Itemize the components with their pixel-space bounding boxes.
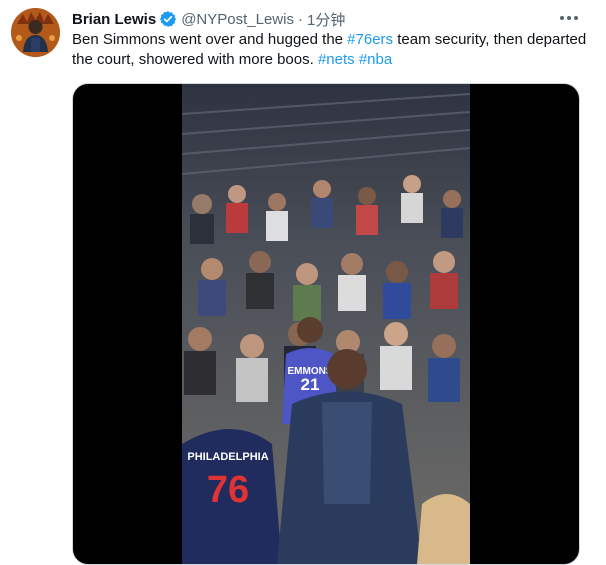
separator-dot: · bbox=[297, 10, 303, 28]
more-options-button[interactable] bbox=[557, 8, 581, 28]
tweet-media-video[interactable]: EMMONS 21 PHILADELPHIA 76 bbox=[72, 83, 580, 565]
hashtag-nba[interactable]: #nba bbox=[359, 51, 392, 68]
jersey-number-text: 21 bbox=[301, 375, 320, 394]
author-avatar[interactable] bbox=[11, 8, 60, 57]
tweet-text-part: Ben Simmons went over and hugged the bbox=[72, 31, 348, 48]
hashtag-nets[interactable]: #nets bbox=[318, 51, 355, 68]
tweet-text: Ben Simmons went over and hugged the #76… bbox=[72, 30, 592, 70]
author-display-name[interactable]: Brian Lewis bbox=[72, 11, 156, 28]
tweet-timestamp[interactable]: 1分钟 bbox=[307, 9, 345, 30]
author-handle[interactable]: @NYPost_Lewis bbox=[181, 11, 294, 28]
tweet-header: Brian Lewis @NYPost_Lewis · 1分钟 bbox=[72, 9, 345, 29]
tweet[interactable]: Brian Lewis @NYPost_Lewis · 1分钟 Ben Simm… bbox=[0, 0, 606, 565]
verified-badge-icon bbox=[159, 10, 177, 28]
more-horizontal-icon bbox=[560, 16, 578, 20]
video-frame[interactable]: EMMONS 21 PHILADELPHIA 76 bbox=[182, 84, 470, 564]
fan-jersey-text: PHILADELPHIA bbox=[187, 451, 268, 463]
fan-jersey-number: 76 bbox=[207, 469, 249, 511]
hashtag-76ers[interactable]: #76ers bbox=[347, 31, 393, 48]
